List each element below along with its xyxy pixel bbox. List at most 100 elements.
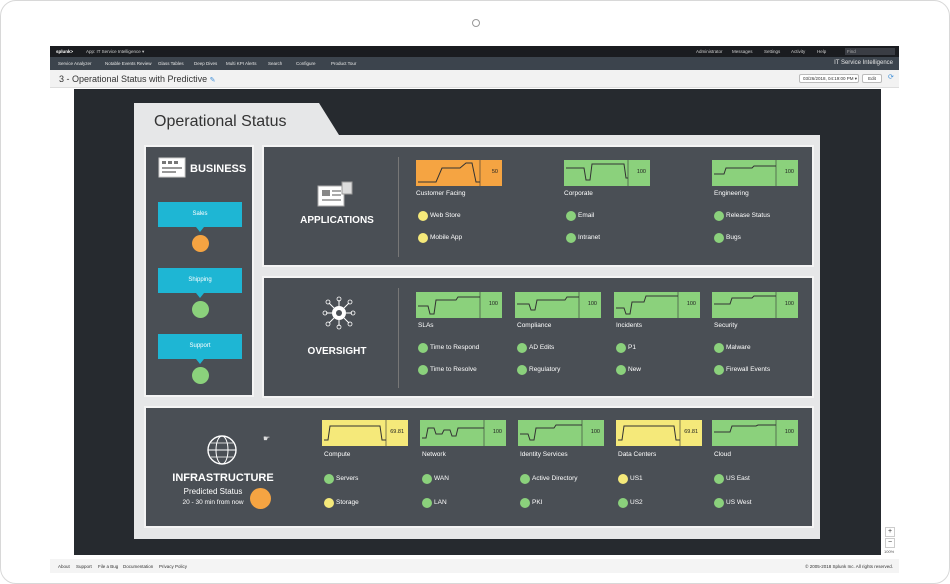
business-title: BUSINESS <box>190 163 247 175</box>
nav-deep-dives[interactable]: Deep Dives <box>194 61 217 66</box>
status-dot <box>418 211 428 221</box>
kpi-customer-facing-sparkline <box>416 160 502 186</box>
kpi-customer-facing-value: 50 <box>491 169 498 175</box>
business-support-label[interactable]: Support <box>158 334 242 364</box>
item-label: Bugs <box>726 234 741 241</box>
kpi-compliance-name: Compliance <box>517 322 552 329</box>
kpi-compute[interactable]: 69.81 <box>322 420 408 446</box>
status-dot <box>714 343 724 353</box>
kpi-incidents[interactable]: 100 <box>614 292 700 318</box>
nav-multi-kpi-alerts[interactable]: Multi KPI Alerts <box>226 61 257 66</box>
kpi-engineering-name: Engineering <box>714 190 749 197</box>
find-input[interactable]: Find <box>845 48 895 55</box>
kpi-compute-name: Compute <box>324 451 351 458</box>
footer-link-about[interactable]: About <box>58 564 70 569</box>
kpi-slas[interactable]: 100 <box>416 292 502 318</box>
footer: About Support File a Bug Documentation P… <box>50 559 899 573</box>
item-label: Time to Respond <box>430 344 480 351</box>
item-label: Active Directory <box>532 475 578 482</box>
business-sales-status[interactable] <box>192 235 209 252</box>
menu-help[interactable]: Help <box>817 49 826 54</box>
kpi-identity-services[interactable]: 100 <box>518 420 604 446</box>
refresh-icon[interactable]: ⟳ <box>888 73 894 81</box>
kpi-identity-services-name: Identity Services <box>520 451 568 458</box>
kpi-security[interactable]: 100 <box>712 292 798 318</box>
item-label: Mobile App <box>430 234 463 241</box>
item-label: LAN <box>434 499 447 506</box>
kpi-engineering-value: 100 <box>784 169 794 175</box>
kpi-compliance[interactable]: 100 <box>515 292 601 318</box>
zoom-out-button[interactable]: − <box>885 538 895 548</box>
status-dot <box>418 343 428 353</box>
infrastructure-predicted-status[interactable] <box>250 488 271 509</box>
item-label: Time to Resolve <box>430 366 477 373</box>
kpi-corporate[interactable]: 100 <box>564 160 650 186</box>
status-dot <box>616 365 626 375</box>
zoom-in-button[interactable]: + <box>885 527 895 537</box>
nav-configure[interactable]: Configure <box>296 61 316 66</box>
item-label: Intranet <box>578 234 601 241</box>
kpi-compute-value: 69.81 <box>390 429 404 435</box>
kpi-cloud[interactable]: 100 <box>712 420 798 446</box>
nav-search[interactable]: Search <box>268 61 282 66</box>
oversight-title: OVERSIGHT <box>307 346 367 357</box>
footer-link-documentation[interactable]: Documentation <box>123 564 153 569</box>
kpi-customer-facing-name: Customer Facing <box>416 190 466 197</box>
kpi-cloud-value: 100 <box>784 429 794 435</box>
pencil-icon[interactable]: ✎ <box>210 77 216 84</box>
menu-activity[interactable]: Activity <box>791 49 805 54</box>
item-label: WAN <box>434 475 449 482</box>
kpi-customer-facing[interactable]: 50 <box>416 160 502 186</box>
nav-notable-events-review[interactable]: Notable Events Review <box>105 61 152 66</box>
item-label: Regulatory <box>529 366 561 373</box>
splunk-logo[interactable]: splunk> <box>56 49 73 54</box>
app-brand: IT Service Intelligence <box>834 60 893 66</box>
status-dot <box>422 474 432 484</box>
business-sales-label[interactable]: Sales <box>158 202 242 232</box>
status-dot <box>566 233 576 243</box>
time-picker[interactable]: 03/26/2018, 04:19:00 PM ▾ <box>799 74 859 83</box>
status-dot <box>616 343 626 353</box>
status-dot <box>520 498 530 508</box>
footer-link-file-a-bug[interactable]: File a Bug <box>98 564 118 569</box>
status-dot <box>714 498 724 508</box>
page-title: 3 - Operational Status with Predictive ✎ <box>59 74 215 84</box>
kpi-engineering[interactable]: 100 <box>712 160 798 186</box>
business-shipping-label[interactable]: Shipping <box>158 268 242 298</box>
item-label: US East <box>726 475 750 482</box>
item-label: Storage <box>336 499 359 506</box>
kpi-network[interactable]: 100 <box>420 420 506 446</box>
item-label: Release Status <box>726 212 771 219</box>
status-dot <box>422 498 432 508</box>
kpi-corporate-name: Corporate <box>564 190 593 197</box>
nav-service-analyzer[interactable]: Service Analyzer <box>58 61 92 66</box>
infrastructure-panel: ☛ INFRASTRUCTURE Predicted Status 20 - 3… <box>144 406 814 528</box>
kpi-network-value: 100 <box>492 429 502 435</box>
kpi-data-centers[interactable]: 69.81 <box>616 420 702 446</box>
kpi-security-value: 100 <box>784 301 794 307</box>
applications-icon <box>317 181 353 207</box>
menu-messages[interactable]: Messages <box>732 49 753 54</box>
infrastructure-window: 20 - 30 min from now <box>182 499 244 506</box>
item-label: Email <box>578 212 595 219</box>
kpi-incidents-value: 100 <box>686 301 696 307</box>
business-shipping-status[interactable] <box>192 301 209 318</box>
menu-settings[interactable]: Settings <box>764 49 780 54</box>
kpi-network-name: Network <box>422 451 446 458</box>
oversight-panel: OVERSIGHT 100 SLAs Time to Respond Time … <box>262 276 814 398</box>
status-dot <box>618 498 628 508</box>
kpi-compliance-value: 100 <box>587 301 597 307</box>
app-nav-bar: Service Analyzer Notable Events Review G… <box>50 57 899 70</box>
footer-link-privacy-policy[interactable]: Privacy Policy <box>159 564 187 569</box>
kpi-incidents-name: Incidents <box>616 322 643 329</box>
nav-product-tour[interactable]: Product Tour <box>331 61 356 66</box>
kpi-data-centers-value: 69.81 <box>684 429 698 435</box>
cursor-icon: ☛ <box>263 434 271 443</box>
menu-administrator[interactable]: Administrator <box>696 49 723 54</box>
app-selector[interactable]: App: IT Service Intelligence ▾ <box>86 49 144 55</box>
business-support-status[interactable] <box>192 367 209 384</box>
edit-button[interactable]: Edit <box>862 74 882 83</box>
footer-link-support[interactable]: Support <box>76 564 92 569</box>
status-dot <box>517 343 527 353</box>
nav-glass-tables[interactable]: Glass Tables <box>158 61 184 66</box>
